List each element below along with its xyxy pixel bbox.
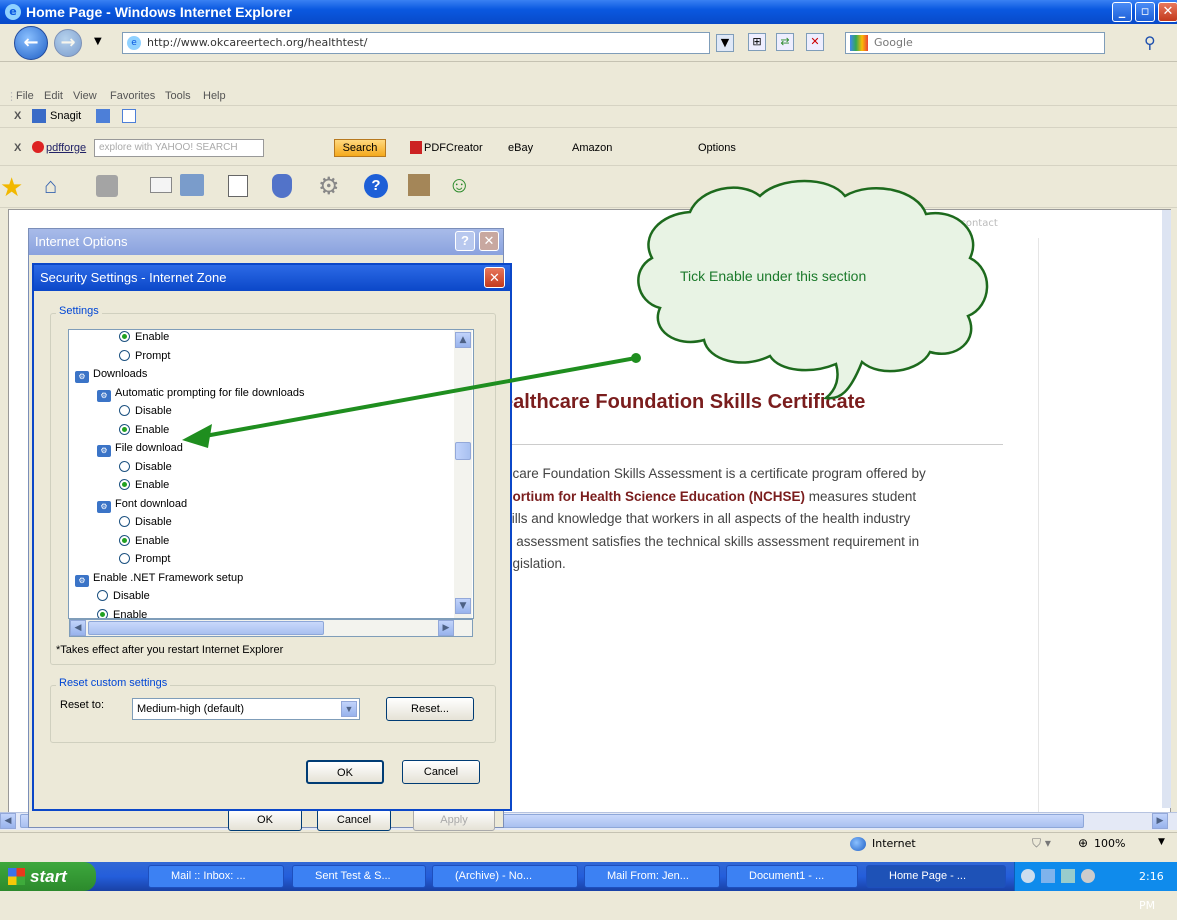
task-label: Home Page - ... bbox=[889, 870, 967, 882]
tray-network-icon[interactable] bbox=[1041, 869, 1055, 883]
task-sent-test[interactable]: Sent Test & S... bbox=[292, 865, 426, 888]
status-bar: Internet ⛉ ▾ ⊕ 100% ▼ bbox=[0, 832, 1177, 854]
zoom-dropdown-icon[interactable]: ▼ bbox=[1158, 837, 1165, 847]
task-document1[interactable]: Document1 - ... bbox=[726, 865, 858, 888]
zoom-level[interactable]: 100% bbox=[1094, 837, 1125, 850]
arrow-origin-dot bbox=[631, 353, 641, 363]
globe-icon bbox=[850, 837, 866, 851]
windows-logo-icon bbox=[8, 868, 25, 885]
zoom-icon[interactable]: ⊕ bbox=[1078, 836, 1088, 850]
taskbar: start Mail :: Inbox: ... Sent Test & S..… bbox=[0, 862, 1177, 912]
clock: 2:16 PM bbox=[1139, 870, 1164, 912]
tray-expand-icon[interactable] bbox=[1021, 869, 1035, 883]
task-mail-inbox[interactable]: Mail :: Inbox: ... bbox=[148, 865, 284, 888]
arrow-line bbox=[204, 356, 637, 438]
task-label: Mail From: Jen... bbox=[607, 870, 689, 882]
callout-text: Tick Enable under this section bbox=[680, 268, 867, 284]
callout-annotation bbox=[182, 179, 989, 448]
callout-bubble-icon bbox=[637, 179, 989, 400]
task-label: (Archive) - No... bbox=[455, 870, 533, 882]
start-label: start bbox=[30, 867, 67, 886]
task-archive[interactable]: (Archive) - No... bbox=[432, 865, 578, 888]
task-home-page[interactable]: Home Page - ... bbox=[866, 865, 1006, 888]
task-label: Document1 - ... bbox=[749, 870, 825, 882]
tray-app-icon[interactable] bbox=[1061, 869, 1075, 883]
protected-mode-icon[interactable]: ⛉ ▾ bbox=[1032, 836, 1051, 851]
arrow-head-icon bbox=[182, 424, 212, 448]
system-tray: 2:16 PM bbox=[1014, 862, 1177, 912]
zone-label: Internet bbox=[872, 837, 916, 850]
tray-volume-icon[interactable] bbox=[1081, 869, 1095, 883]
task-mail-from[interactable]: Mail From: Jen... bbox=[584, 865, 720, 888]
task-label: Sent Test & S... bbox=[315, 870, 391, 882]
task-label: Mail :: Inbox: ... bbox=[171, 870, 246, 882]
